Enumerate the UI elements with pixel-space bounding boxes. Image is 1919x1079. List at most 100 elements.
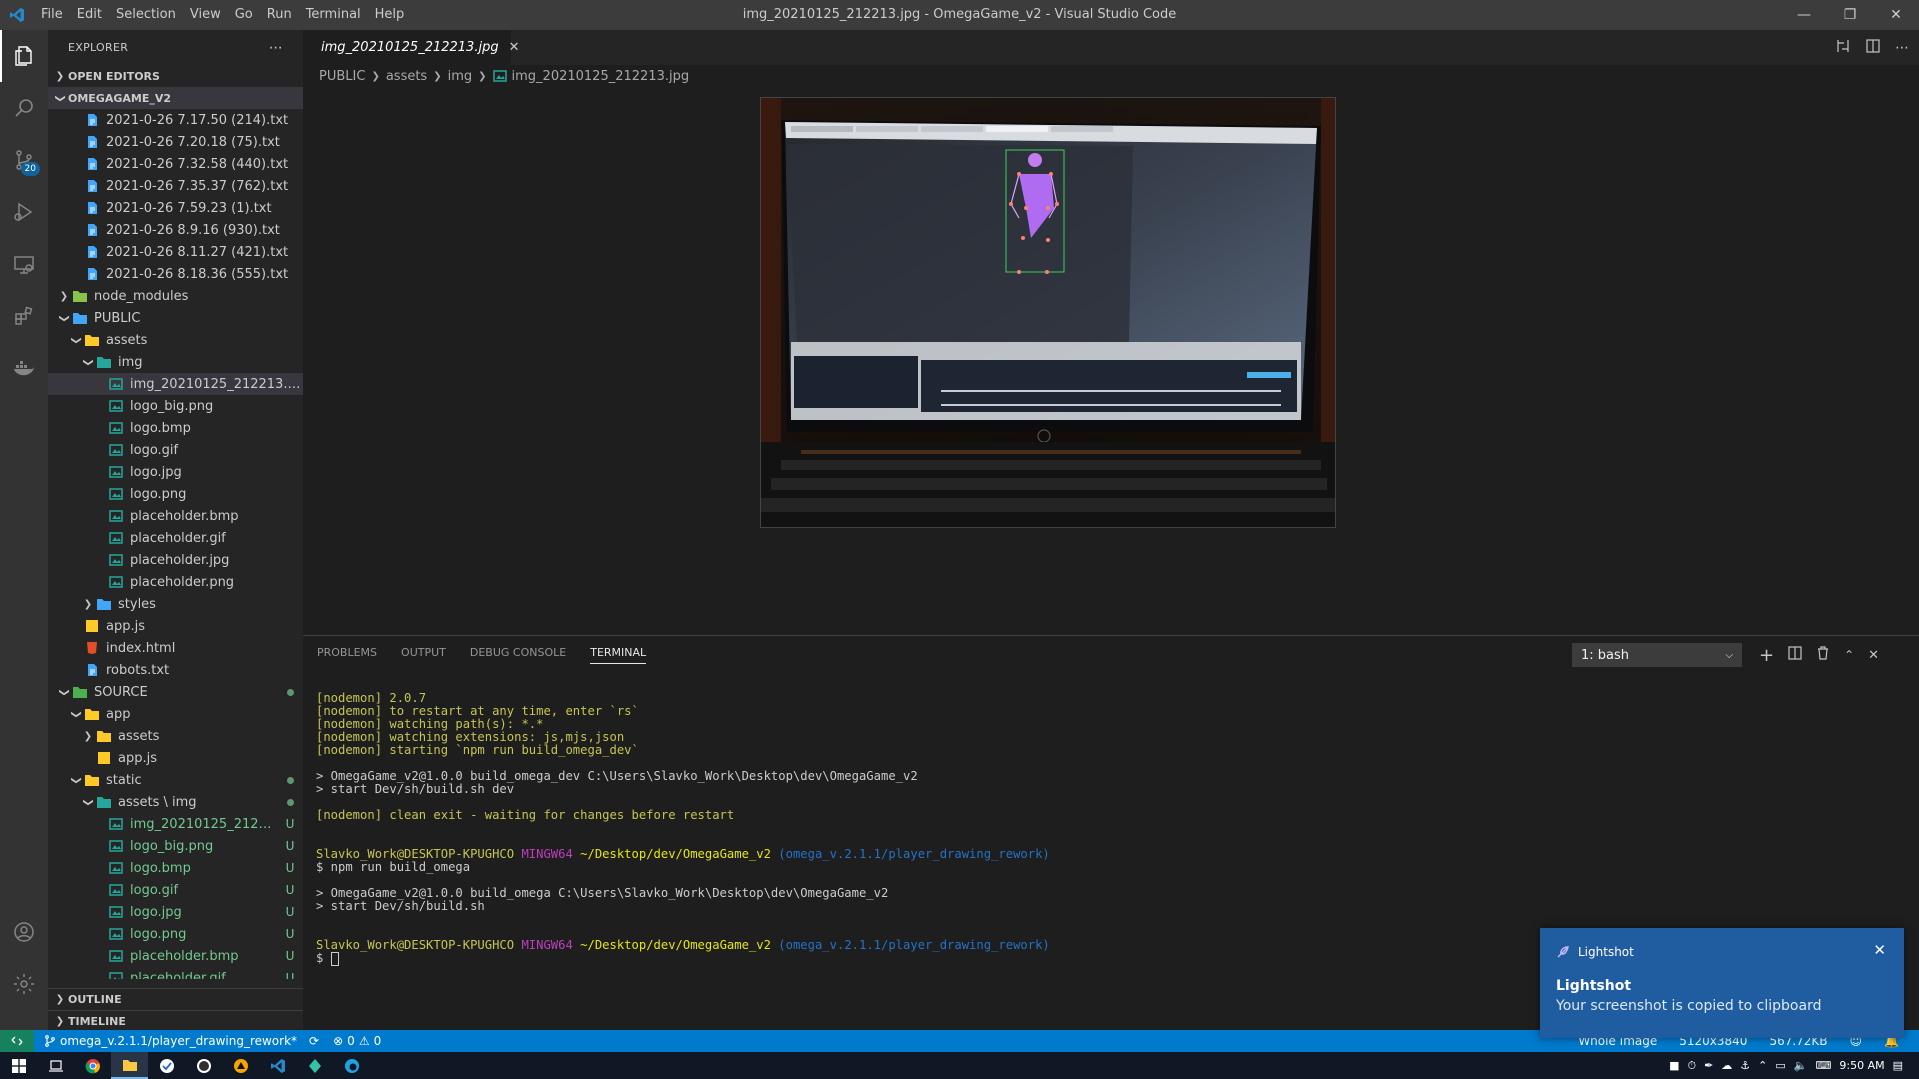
tree-file[interactable]: 2021-0-26 7.32.58 (440).txt: [48, 153, 303, 175]
tree-file[interactable]: logo.gif: [48, 439, 303, 461]
menu-view[interactable]: View: [183, 0, 228, 30]
tree-file[interactable]: logo.jpg: [48, 461, 303, 483]
lightshot-notification[interactable]: Lightshot ✕ Lightshot Your screenshot is…: [1540, 928, 1904, 1038]
tree-folder[interactable]: ❯ styles: [48, 593, 303, 615]
settings-gear-icon[interactable]: [0, 958, 48, 1010]
open-editors-section[interactable]: ❯ OPEN EDITORS: [48, 65, 303, 87]
more-actions-icon[interactable]: ⋯: [269, 40, 283, 56]
breadcrumb-item[interactable]: img_20210125_212213.jpg: [512, 69, 690, 84]
extensions-icon[interactable]: [0, 290, 48, 342]
menu-file[interactable]: File: [34, 0, 70, 30]
vscode-taskbar-icon[interactable]: [259, 1052, 296, 1079]
network-icon[interactable]: ▭: [1775, 1059, 1785, 1072]
remote-indicator-icon[interactable]: [0, 1030, 34, 1052]
breadcrumb-item[interactable]: img: [448, 69, 473, 84]
lightshot-tray-icon[interactable]: ✒: [1704, 1059, 1713, 1072]
tray-icon[interactable]: ☁: [1721, 1059, 1732, 1072]
tree-file[interactable]: placeholder.gif U: [48, 967, 303, 979]
tree-file[interactable]: app.js: [48, 747, 303, 769]
tab-image[interactable]: img_20210125_212213.jpg ✕: [303, 30, 519, 65]
restore-icon[interactable]: ❐: [1827, 0, 1873, 30]
tab-terminal[interactable]: TERMINAL: [590, 646, 647, 664]
tree-file[interactable]: img_20210125_212213.jpg: [48, 373, 303, 395]
tree-file[interactable]: logo.png U: [48, 923, 303, 945]
todo-icon[interactable]: [148, 1052, 185, 1079]
tree-folder[interactable]: ❯ node_modules: [48, 285, 303, 307]
volume-icon[interactable]: 🔈: [1794, 1059, 1808, 1072]
kill-terminal-icon[interactable]: [1816, 646, 1830, 664]
tree-file[interactable]: placeholder.jpg: [48, 549, 303, 571]
chrome-icon[interactable]: [74, 1052, 111, 1079]
tree-folder[interactable]: ❯ assets: [48, 725, 303, 747]
timeline-section[interactable]: ❯ TIMELINE: [48, 1010, 303, 1030]
obs-icon[interactable]: [185, 1052, 222, 1079]
sync-icon[interactable]: ⟳: [309, 1034, 319, 1048]
vscode-logo-icon[interactable]: [0, 0, 34, 30]
menu-selection[interactable]: Selection: [109, 0, 183, 30]
close-panel-icon[interactable]: ✕: [1868, 648, 1879, 663]
menu-run[interactable]: Run: [260, 0, 299, 30]
maximize-panel-icon[interactable]: ⌃: [1844, 648, 1854, 662]
tree-file[interactable]: 2021-0-26 8.18.36 (555).txt: [48, 263, 303, 285]
tree-file[interactable]: logo.jpg U: [48, 901, 303, 923]
tree-folder[interactable]: ❯ PUBLIC: [48, 307, 303, 329]
new-terminal-icon[interactable]: +: [1759, 645, 1774, 666]
breadcrumb-item[interactable]: assets: [386, 69, 427, 84]
tree-file[interactable]: placeholder.bmp: [48, 505, 303, 527]
tree-file[interactable]: logo_big.png: [48, 395, 303, 417]
menu-terminal[interactable]: Terminal: [299, 0, 368, 30]
git-branch-status[interactable]: omega_v.2.1.1/player_drawing_rework*: [44, 1034, 297, 1048]
windows-start-icon[interactable]: [0, 1052, 37, 1079]
tree-folder[interactable]: ❯ static: [48, 769, 303, 791]
task-view-icon[interactable]: [37, 1052, 74, 1079]
tree-file[interactable]: 2021-0-26 7.35.37 (762).txt: [48, 175, 303, 197]
close-window-icon[interactable]: ✕: [1873, 0, 1919, 30]
tree-file[interactable]: img_20210125_212213.j... U: [48, 813, 303, 835]
more-editor-actions-icon[interactable]: ⋯: [1895, 40, 1909, 56]
docker-icon[interactable]: [0, 342, 48, 394]
tree-folder[interactable]: ❯ assets \ img: [48, 791, 303, 813]
tree-file[interactable]: placeholder.gif: [48, 527, 303, 549]
tab-output[interactable]: OUTPUT: [401, 646, 446, 664]
tree-file[interactable]: 2021-0-26 8.11.27 (421).txt: [48, 241, 303, 263]
tree-file[interactable]: 2021-0-26 8.9.16 (930).txt: [48, 219, 303, 241]
tree-folder[interactable]: ❯ img: [48, 351, 303, 373]
tree-file[interactable]: 2021-0-26 7.17.50 (214).txt: [48, 109, 303, 131]
toast-close-icon[interactable]: ✕: [1873, 941, 1886, 959]
menu-edit[interactable]: Edit: [70, 0, 109, 30]
workspace-section[interactable]: ❯ OMEGAGAME_V2: [48, 87, 303, 109]
tray-icon[interactable]: ⏱: [1687, 1059, 1696, 1073]
tree-file[interactable]: logo.bmp U: [48, 857, 303, 879]
outline-section[interactable]: ❯ OUTLINE: [48, 988, 303, 1010]
remote-explorer-icon[interactable]: [0, 238, 48, 290]
menu-go[interactable]: Go: [228, 0, 260, 30]
tree-file[interactable]: index.html: [48, 637, 303, 659]
tree-file[interactable]: app.js: [48, 615, 303, 637]
action-center-icon[interactable]: ▤: [1893, 1059, 1903, 1072]
source-control-icon[interactable]: 20: [0, 134, 48, 186]
run-debug-icon[interactable]: [0, 186, 48, 238]
tab-debug-console[interactable]: DEBUG CONSOLE: [470, 646, 566, 664]
open-changes-icon[interactable]: [1835, 38, 1851, 58]
tree-file[interactable]: logo_big.png U: [48, 835, 303, 857]
edge-icon[interactable]: [333, 1052, 370, 1079]
tab-problems[interactable]: PROBLEMS: [317, 646, 377, 664]
tree-folder[interactable]: ❯ SOURCE: [48, 681, 303, 703]
tree-file[interactable]: logo.bmp: [48, 417, 303, 439]
terminal-select[interactable]: 1: bash ⌵: [1572, 643, 1742, 667]
tree-file[interactable]: 2021-0-26 7.59.23 (1).txt: [48, 197, 303, 219]
keyboard-icon[interactable]: ⌨: [1815, 1059, 1831, 1072]
docker-tray-icon[interactable]: ⚓: [1740, 1059, 1750, 1072]
tree-folder[interactable]: ❯ app: [48, 703, 303, 725]
clock[interactable]: 9:50 AM: [1839, 1059, 1884, 1072]
menu-help[interactable]: Help: [368, 0, 412, 30]
tree-file[interactable]: logo.gif U: [48, 879, 303, 901]
tray-up-arrow-icon[interactable]: ⌃: [1758, 1059, 1767, 1072]
tree-file[interactable]: 2021-0-26 7.20.18 (75).txt: [48, 131, 303, 153]
tree-file[interactable]: logo.png: [48, 483, 303, 505]
breadcrumb-item[interactable]: PUBLIC: [319, 69, 365, 84]
minimize-icon[interactable]: —: [1781, 0, 1827, 30]
split-terminal-icon[interactable]: [1788, 646, 1802, 664]
terminal-output[interactable]: [nodemon] 2.0.7 [nodemon] to restart at a…: [316, 690, 1050, 966]
file-explorer-icon[interactable]: [111, 1052, 148, 1079]
